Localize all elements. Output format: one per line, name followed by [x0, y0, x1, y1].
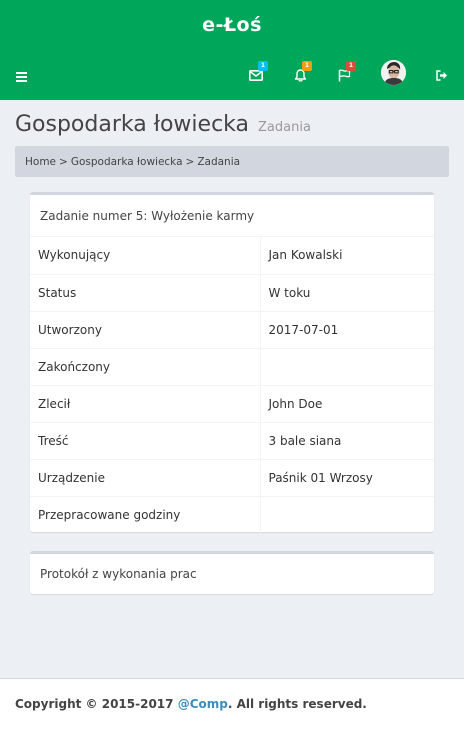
- table-row: Wykonujący Jan Kowalski: [30, 237, 434, 274]
- table-row: Utworzony 2017-07-01: [30, 310, 434, 348]
- tasks-menu[interactable]: 1: [324, 50, 364, 100]
- page-title: Gospodarka łowiecka: [15, 112, 249, 137]
- protocol-box-header: Protokół z wykonania prac: [30, 554, 434, 594]
- envelope-icon: [249, 69, 263, 81]
- row-value: W toku: [260, 273, 434, 311]
- row-label: Treść: [30, 421, 261, 459]
- row-label: Zakończony: [30, 347, 261, 385]
- breadcrumb: Home > Gospodarka łowiecka > Zadania: [15, 146, 449, 177]
- breadcrumb-section-link[interactable]: Gospodarka łowiecka: [71, 156, 183, 168]
- notifications-menu[interactable]: 1: [280, 50, 320, 100]
- table-row: Zlecił John Doe: [30, 384, 434, 422]
- row-value: 3 bale siana: [260, 421, 434, 459]
- row-label: Urządzenie: [30, 458, 261, 496]
- task-details-box: Zadanie numer 5: Wyłożenie karmy Wykonuj…: [30, 192, 434, 533]
- row-value: 2017-07-01: [260, 310, 434, 348]
- table-row: Status W toku: [30, 273, 434, 311]
- logo-bar: e-Łoś: [0, 0, 464, 50]
- messages-menu[interactable]: 1: [236, 50, 276, 100]
- row-value: [260, 495, 434, 533]
- table-row: Zakończony: [30, 347, 434, 385]
- breadcrumb-separator: >: [185, 155, 195, 168]
- row-label: Wykonujący: [30, 237, 261, 274]
- protocol-box-title: Protokół z wykonania prac: [40, 567, 197, 581]
- messages-count-badge: 1: [258, 61, 268, 71]
- logout-button[interactable]: [422, 50, 462, 100]
- tasks-count-badge: 1: [346, 61, 356, 71]
- footer-copyright: Copyright © 2015-2017: [15, 697, 174, 711]
- task-box-header: Zadanie numer 5: Wyłożenie karmy: [30, 195, 434, 237]
- page-subtitle: Zadania: [258, 120, 311, 135]
- table-row: Treść 3 bale siana: [30, 421, 434, 459]
- sign-out-icon: [436, 69, 447, 81]
- bars-icon: [16, 72, 27, 84]
- row-value: John Doe: [260, 384, 434, 422]
- avatar[interactable]: [381, 60, 406, 85]
- footer-company-link[interactable]: @Comp: [178, 697, 228, 711]
- breadcrumb-home-link[interactable]: Home: [25, 156, 56, 168]
- footer: Copyright © 2015-2017 @Comp. All rights …: [0, 678, 464, 729]
- table-row: Przepracowane godziny: [30, 495, 434, 533]
- row-label: Przepracowane godziny: [30, 495, 261, 533]
- footer-rights: . All rights reserved.: [227, 697, 367, 711]
- app-logo[interactable]: e-Łoś: [202, 14, 262, 36]
- row-label: Zlecił: [30, 384, 261, 422]
- protocol-box: Protokół z wykonania prac: [30, 551, 434, 594]
- row-value: [260, 347, 434, 385]
- notifications-count-badge: 1: [302, 61, 312, 71]
- content-header: Gospodarka łowiecka Zadania: [15, 112, 311, 144]
- row-value: Jan Kowalski: [268, 248, 343, 263]
- breadcrumb-separator: >: [59, 155, 68, 168]
- table-row: Urządzenie Paśnik 01 Wrzosy: [30, 458, 434, 496]
- task-box-title: Zadanie numer 5: Wyłożenie karmy: [40, 208, 255, 223]
- row-value: Paśnik 01 Wrzosy: [260, 458, 434, 496]
- row-label: Status: [30, 273, 261, 311]
- row-label: Utworzony: [30, 310, 261, 348]
- breadcrumb-current-link[interactable]: Zadania: [197, 156, 240, 168]
- task-details-table: Wykonujący Jan Kowalski Status W toku Ut…: [30, 237, 434, 533]
- sidebar-toggle-button[interactable]: [14, 67, 30, 83]
